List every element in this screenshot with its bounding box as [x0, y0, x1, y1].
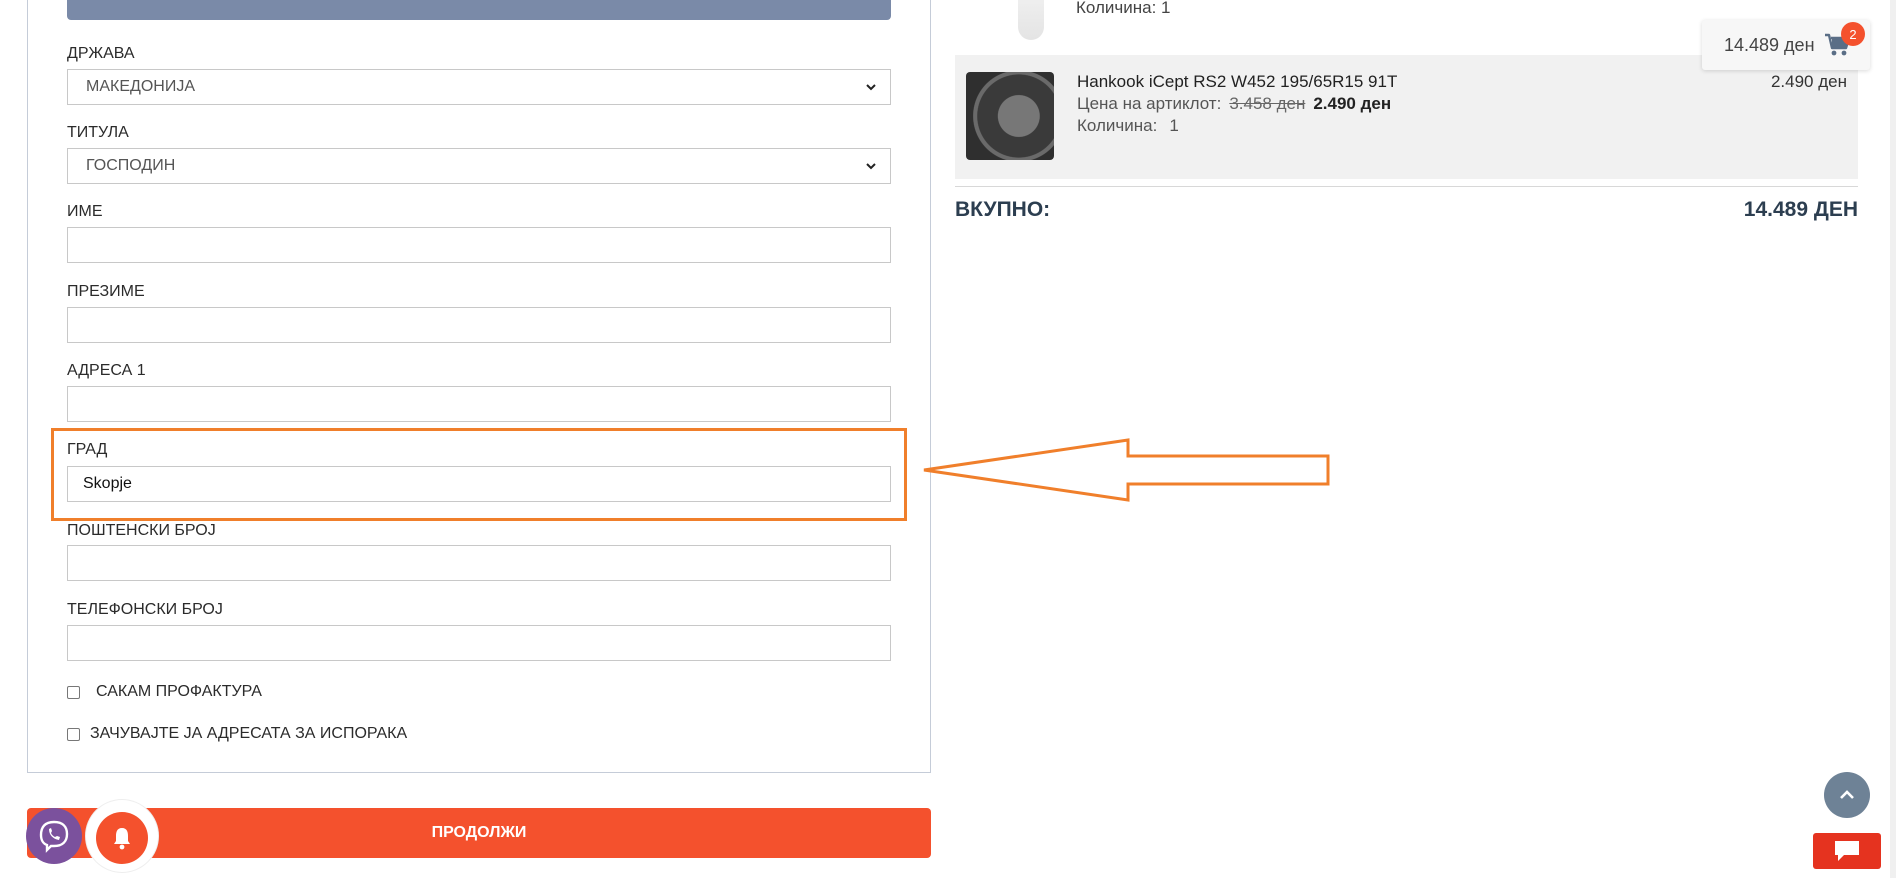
- phone-input[interactable]: [67, 625, 891, 661]
- postal-code-label: ПОШТЕНСКИ БРОЈ: [67, 522, 216, 539]
- postal-code-input[interactable]: [67, 545, 891, 581]
- cart-item-price: Цена на артиклот: 3.458 ден 2.490 ден: [1077, 94, 1391, 114]
- chat-button[interactable]: [1813, 833, 1881, 869]
- chat-icon: [1835, 841, 1859, 861]
- price-label: Цена на артиклот:: [1077, 94, 1222, 113]
- title-select-value: ГОСПОДИН: [86, 157, 176, 174]
- chevron-down-icon: [866, 84, 876, 91]
- partial-item-qty: Количина: 1: [1076, 0, 1171, 17]
- title-label: ТИТУЛА: [67, 124, 129, 141]
- last-name-label: ПРЕЗИМЕ: [67, 283, 145, 300]
- save-address-row: ЗАЧУВАЈТЕ ЈА АДРЕСАТА ЗА ИСПОРАКА: [67, 725, 407, 743]
- page-scrollbar[interactable]: [1890, 0, 1896, 878]
- new-price: 2.490 ден: [1313, 94, 1392, 113]
- washing-machine-thumbnail: [1018, 0, 1044, 40]
- save-address-label: ЗАЧУВАЈТЕ ЈА АДРЕСАТА ЗА ИСПОРАКА: [90, 725, 408, 742]
- notification-bell-button[interactable]: [96, 812, 148, 864]
- form-header-strip: [67, 0, 891, 20]
- phone-label: ТЕЛЕФОНСКИ БРОЈ: [67, 601, 223, 618]
- save-address-checkbox[interactable]: [67, 727, 80, 741]
- old-price: 3.458 ден: [1229, 94, 1306, 113]
- title-select[interactable]: ГОСПОДИН: [67, 148, 891, 184]
- arrow-annotation-icon: [923, 438, 1330, 502]
- first-name-label: ИМЕ: [67, 203, 103, 220]
- total-value: 14.489 ДЕН: [1743, 198, 1858, 221]
- cart-item-qty: Количина: 1: [1077, 116, 1179, 136]
- continue-button[interactable]: ПРОДОЛЖИ: [27, 808, 931, 858]
- viber-icon: [39, 820, 69, 853]
- last-name-input[interactable]: [67, 307, 891, 343]
- qty-value: 1: [1169, 116, 1179, 135]
- proforma-row: САКАМ ПРОФАКТУРА: [67, 683, 262, 701]
- country-select[interactable]: МАКЕДОНИЈА: [67, 69, 891, 105]
- checkout-page: ДРЖАВА МАКЕДОНИЈА ТИТУЛА ГОСПОДИН ИМЕ ПР…: [0, 0, 1896, 878]
- chevron-down-icon: [866, 163, 876, 170]
- chevron-up-icon: [1840, 790, 1854, 799]
- address1-label: АДРЕСА 1: [67, 362, 146, 379]
- address1-input[interactable]: [67, 386, 891, 422]
- bell-icon: [114, 828, 130, 850]
- qty-label: Количина:: [1077, 116, 1158, 135]
- city-highlight-box: [51, 428, 907, 521]
- country-label: ДРЖАВА: [67, 45, 135, 62]
- cart-item-total: 2.490 ден: [1770, 72, 1847, 91]
- proforma-checkbox[interactable]: [67, 685, 80, 699]
- total-label: ВКУПНО:: [955, 198, 1051, 221]
- mini-cart-amount: 14.489 ден: [1724, 34, 1815, 55]
- summary-divider: [955, 186, 1858, 187]
- viber-button[interactable]: [26, 808, 82, 864]
- country-select-value: МАКЕДОНИЈА: [86, 78, 195, 95]
- cart-item-name[interactable]: Hankook iCept RS2 W452 195/65R15 91T: [1077, 72, 1397, 92]
- scroll-to-top-button[interactable]: [1824, 772, 1870, 818]
- cart-count-badge: 2: [1841, 22, 1865, 46]
- proforma-label: САКАМ ПРОФАКТУРА: [96, 683, 262, 700]
- tire-thumbnail: [966, 72, 1054, 160]
- first-name-input[interactable]: [67, 227, 891, 263]
